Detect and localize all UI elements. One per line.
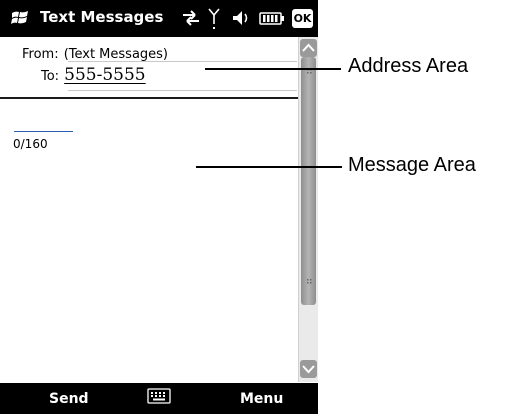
keyboard-icon[interactable] — [147, 388, 171, 405]
ok-button[interactable]: OK — [292, 9, 313, 28]
scroll-up-button[interactable] — [300, 39, 317, 57]
message-area-leader-line — [196, 166, 342, 168]
signal-icon[interactable] — [208, 8, 220, 30]
to-label: To: — [41, 69, 60, 84]
windows-logo-icon[interactable] — [11, 9, 30, 28]
grip-bottom-icon — [307, 279, 312, 284]
to-field[interactable]: 555-5555 — [64, 65, 145, 85]
scroll-down-button[interactable] — [300, 360, 317, 378]
send-softkey[interactable]: Send — [49, 391, 89, 407]
scrollbar[interactable] — [298, 37, 318, 382]
from-value: (Text Messages) — [63, 47, 169, 62]
menu-softkey[interactable]: Menu — [240, 391, 283, 407]
chevron-down-icon — [302, 365, 315, 374]
device-screen: Text Messages OK From: (Text Messages) T… — [0, 0, 318, 414]
address-divider — [0, 97, 298, 99]
to-field-line — [68, 90, 297, 91]
from-label: From: — [22, 47, 59, 62]
window-title: Text Messages — [40, 8, 164, 26]
from-row: From: (Text Messages) — [22, 43, 168, 62]
character-count: 0/160 — [13, 137, 48, 151]
to-row: To: 555-5555 — [41, 65, 146, 85]
address-area-leader-line — [205, 68, 341, 70]
scroll-thumb[interactable] — [301, 57, 316, 305]
message-area-label: Message Area — [348, 154, 476, 176]
message-input-cursor-line[interactable] — [14, 131, 73, 132]
chevron-up-icon — [302, 43, 315, 52]
softkey-bar: Send Menu — [0, 383, 318, 414]
address-area-label: Address Area — [348, 55, 469, 77]
connectivity-icon[interactable] — [180, 8, 202, 28]
volume-icon[interactable] — [231, 8, 251, 28]
grip-top-icon — [307, 69, 312, 74]
title-bar: Text Messages OK — [0, 0, 318, 37]
battery-icon[interactable] — [259, 8, 285, 28]
from-field-line — [68, 61, 297, 62]
